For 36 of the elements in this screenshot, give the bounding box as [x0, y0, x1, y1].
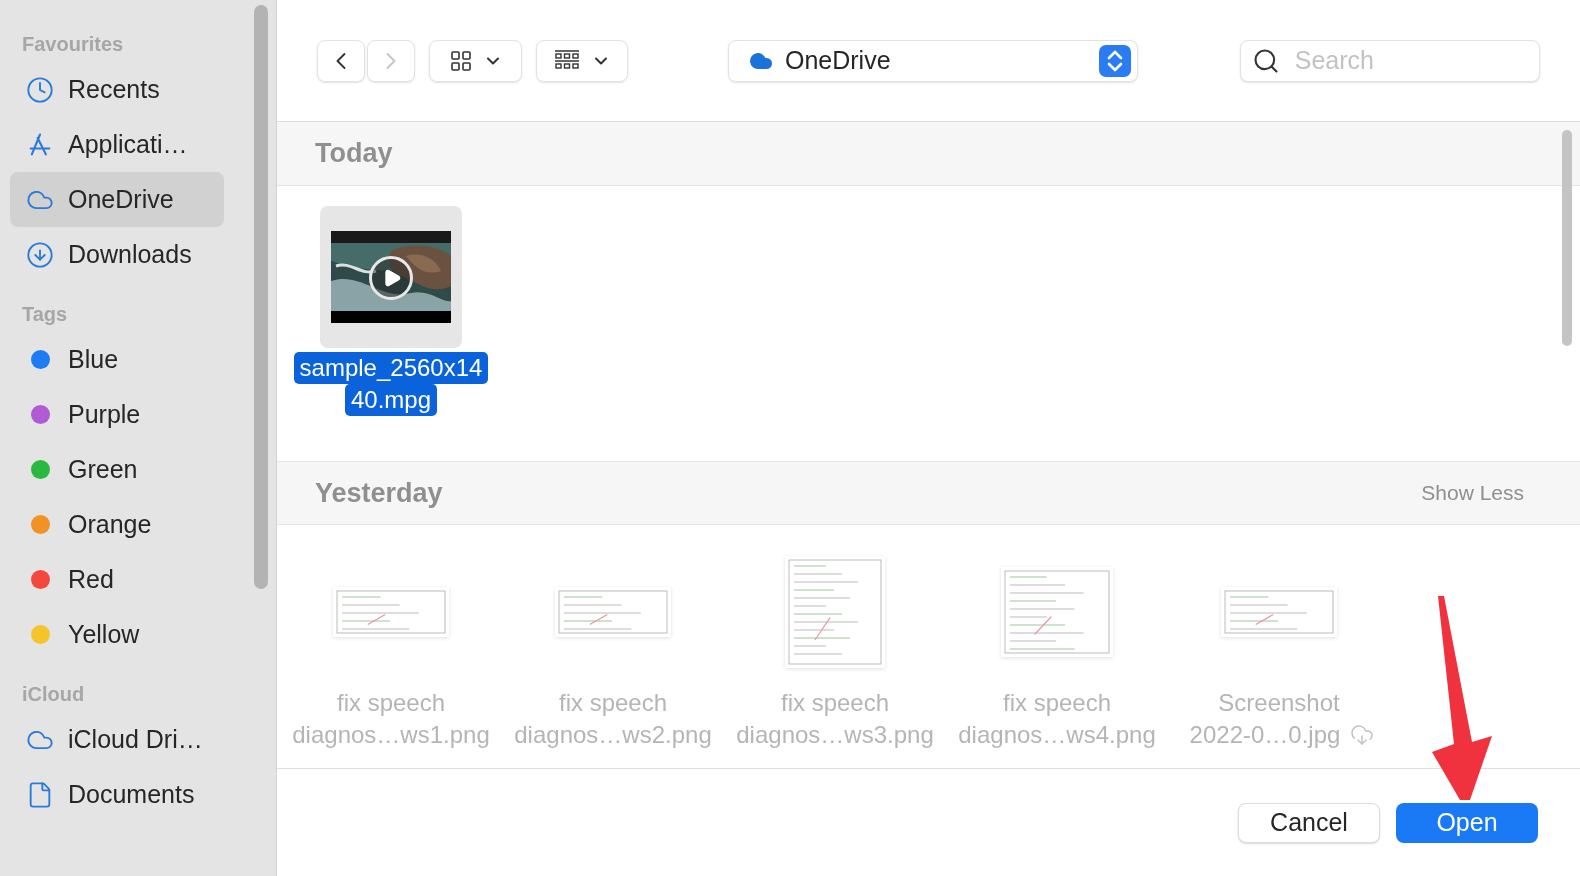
sidebar-item[interactable]: Yellow	[10, 607, 224, 662]
open-button[interactable]: Open	[1396, 802, 1538, 843]
sidebar-item[interactable]: Documents	[10, 767, 224, 822]
sidebar-section-title: iCloud	[21, 682, 86, 707]
sidebar-scrollbar[interactable]	[254, 5, 268, 589]
cancel-button[interactable]: Cancel	[1238, 802, 1380, 843]
group-header: Yesterday	[315, 476, 443, 510]
file-name[interactable]: sample_2560x14	[293, 352, 489, 384]
grid-view-icon	[448, 48, 473, 73]
view-mode-button[interactable]	[429, 39, 523, 82]
sidebar-item[interactable]: Orange	[10, 497, 224, 552]
sidebar-item[interactable]: Purple	[10, 387, 224, 442]
sidebar-item[interactable]: Blue	[10, 332, 224, 387]
back-button[interactable]	[317, 39, 365, 82]
sidebar-item[interactable]: OneDrive	[10, 172, 224, 227]
sidebar-item[interactable]: Recents	[10, 62, 224, 117]
sidebar-item[interactable]: iCloud Dri…	[10, 712, 224, 767]
sidebar-item[interactable]: Applicati…	[10, 117, 224, 172]
group-header: Today	[315, 137, 393, 171]
content-scrollbar[interactable]	[1562, 130, 1572, 346]
sidebar-item[interactable]: Green	[10, 442, 224, 497]
up-down-arrows-icon	[1098, 44, 1131, 77]
group-by-button[interactable]	[536, 39, 628, 82]
play-icon	[369, 256, 413, 300]
location-dropdown[interactable]: OneDrive	[727, 39, 1138, 82]
cloud-download-icon	[1350, 723, 1375, 747]
sidebar-item[interactable]: Red	[10, 552, 224, 607]
search-field[interactable]: Search	[1239, 39, 1540, 82]
sidebar-item[interactable]: Downloads	[10, 227, 224, 282]
search-icon	[1251, 46, 1280, 75]
sidebar-section-title: Favourites	[21, 32, 125, 57]
file-thumbnail[interactable]	[320, 206, 462, 348]
sidebar-section-title: Tags	[21, 302, 69, 327]
clock-icon	[26, 75, 54, 104]
download-icon	[26, 240, 54, 269]
file-name[interactable]: 40.mpg	[344, 384, 438, 416]
